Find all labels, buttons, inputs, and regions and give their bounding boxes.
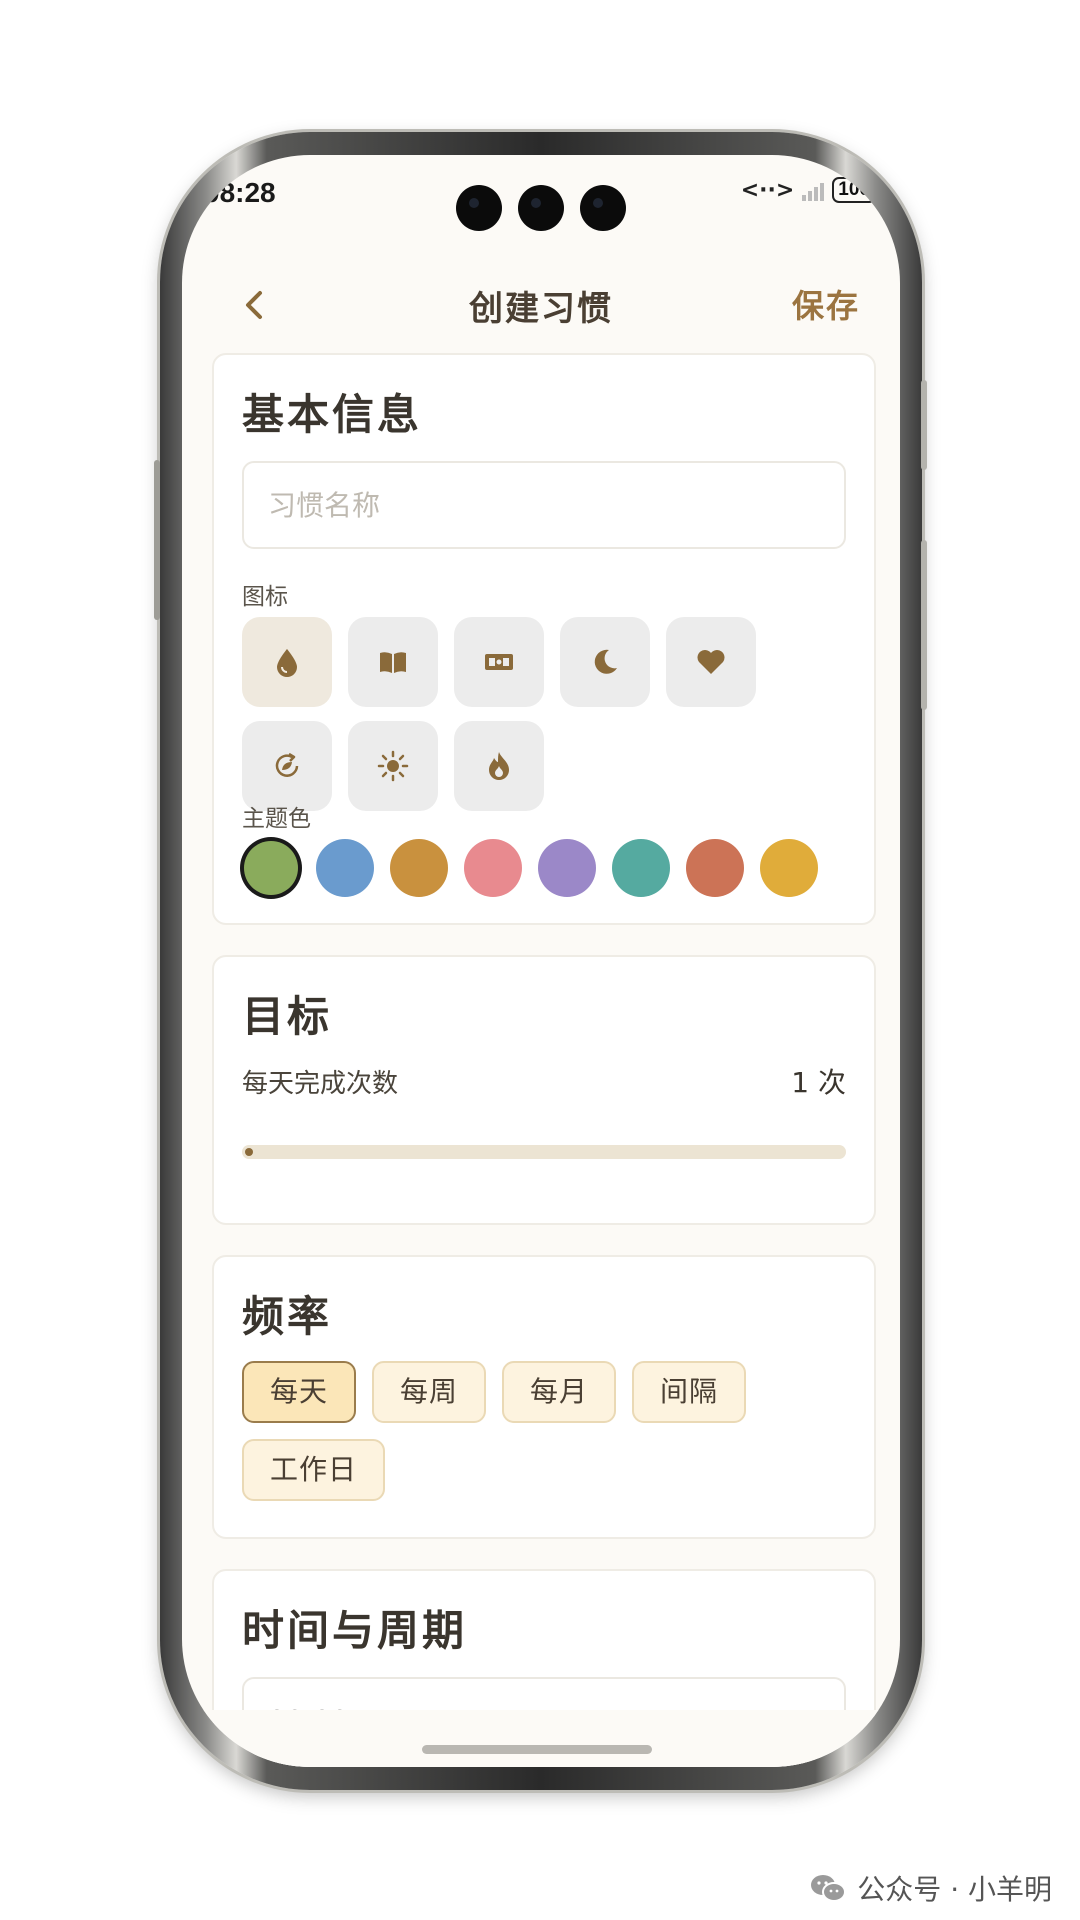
status-time: 08:28 [204, 177, 276, 208]
daily-count-value: 1 次 [791, 1066, 846, 1099]
home-indicator[interactable] [422, 1745, 652, 1754]
save-button[interactable]: 保存 [792, 281, 860, 327]
icon-option-ticket[interactable] [454, 617, 544, 707]
network-icon: <··> [740, 177, 795, 203]
sun-icon [377, 750, 409, 782]
recycle-leaf-icon [275, 752, 299, 777]
frequency-options: 每天 每周 每月 间隔工作日 [242, 1361, 862, 1501]
moon-icon [594, 649, 617, 674]
color-swatch[interactable] [464, 839, 522, 897]
water-drop-icon [277, 649, 297, 677]
section-title: 频率 [242, 1292, 333, 1341]
color-swatch[interactable] [538, 839, 596, 897]
color-label: 主题色 [242, 806, 311, 832]
heart-icon [697, 650, 725, 674]
icon-option-book[interactable] [348, 617, 438, 707]
section-title: 目标 [242, 992, 333, 1041]
icon-option-heart[interactable] [666, 617, 756, 707]
phone-side-button [921, 380, 927, 470]
phone-side-button [154, 460, 160, 620]
frequency-chip[interactable]: 工作日 [242, 1439, 386, 1501]
frequency-chip[interactable]: 每月 [502, 1361, 617, 1423]
goal-card: 目标 每天完成次数 1 次 [212, 955, 876, 1225]
section-title: 基本信息 [242, 390, 423, 439]
icon-option-fire[interactable] [454, 721, 544, 811]
camera-icon [518, 185, 564, 231]
icon-label: 图标 [242, 584, 288, 610]
section-title: 时间与周期 [242, 1606, 468, 1655]
color-swatch[interactable] [244, 841, 298, 895]
watermark-text: 公众号 · 小羊明 [857, 1873, 1052, 1906]
icon-option-sun[interactable] [348, 721, 438, 811]
watermark: 公众号 · 小羊明 [809, 1868, 1052, 1908]
daily-count-slider[interactable] [242, 1145, 846, 1159]
status-icons: <··> 100 [740, 177, 881, 203]
signal-icon [802, 179, 825, 201]
nav-bar: 创建习惯 保存 [182, 255, 900, 345]
camera-icon [456, 185, 502, 231]
slider-thumb[interactable] [245, 1148, 253, 1156]
bottom-fade [182, 1710, 900, 1767]
frequency-chip[interactable]: 每天 [242, 1361, 357, 1423]
daily-count-label: 每天完成次数 [242, 1069, 399, 1099]
ticket-icon [485, 654, 513, 670]
battery-icon: 100 [832, 177, 881, 203]
phone-volume-button [921, 540, 927, 710]
color-swatch[interactable] [316, 839, 374, 897]
color-swatch[interactable] [390, 839, 448, 897]
icon-picker [242, 617, 762, 811]
frequency-card: 频率 每天 每周 每月 间隔工作日 [212, 1255, 876, 1539]
wechat-icon [811, 1875, 847, 1902]
color-swatch[interactable] [686, 839, 744, 897]
basic-info-card: 基本信息 图标 [212, 353, 876, 925]
book-icon [380, 652, 406, 673]
frequency-chip[interactable]: 每周 [372, 1361, 487, 1423]
icon-option-water-drop[interactable] [242, 617, 332, 707]
habit-name-input[interactable] [242, 461, 846, 549]
icon-option-recycle-leaf[interactable] [242, 721, 332, 811]
color-swatch[interactable] [612, 839, 670, 897]
color-picker [242, 839, 818, 897]
fire-icon [489, 752, 509, 780]
phone-screen: 08:28 <··> 100 创建习惯 保存 基本信息 图标 [182, 155, 900, 1767]
icon-option-moon[interactable] [560, 617, 650, 707]
color-swatch[interactable] [760, 839, 818, 897]
frequency-chip[interactable]: 间隔 [632, 1361, 747, 1423]
camera-icon [580, 185, 626, 231]
